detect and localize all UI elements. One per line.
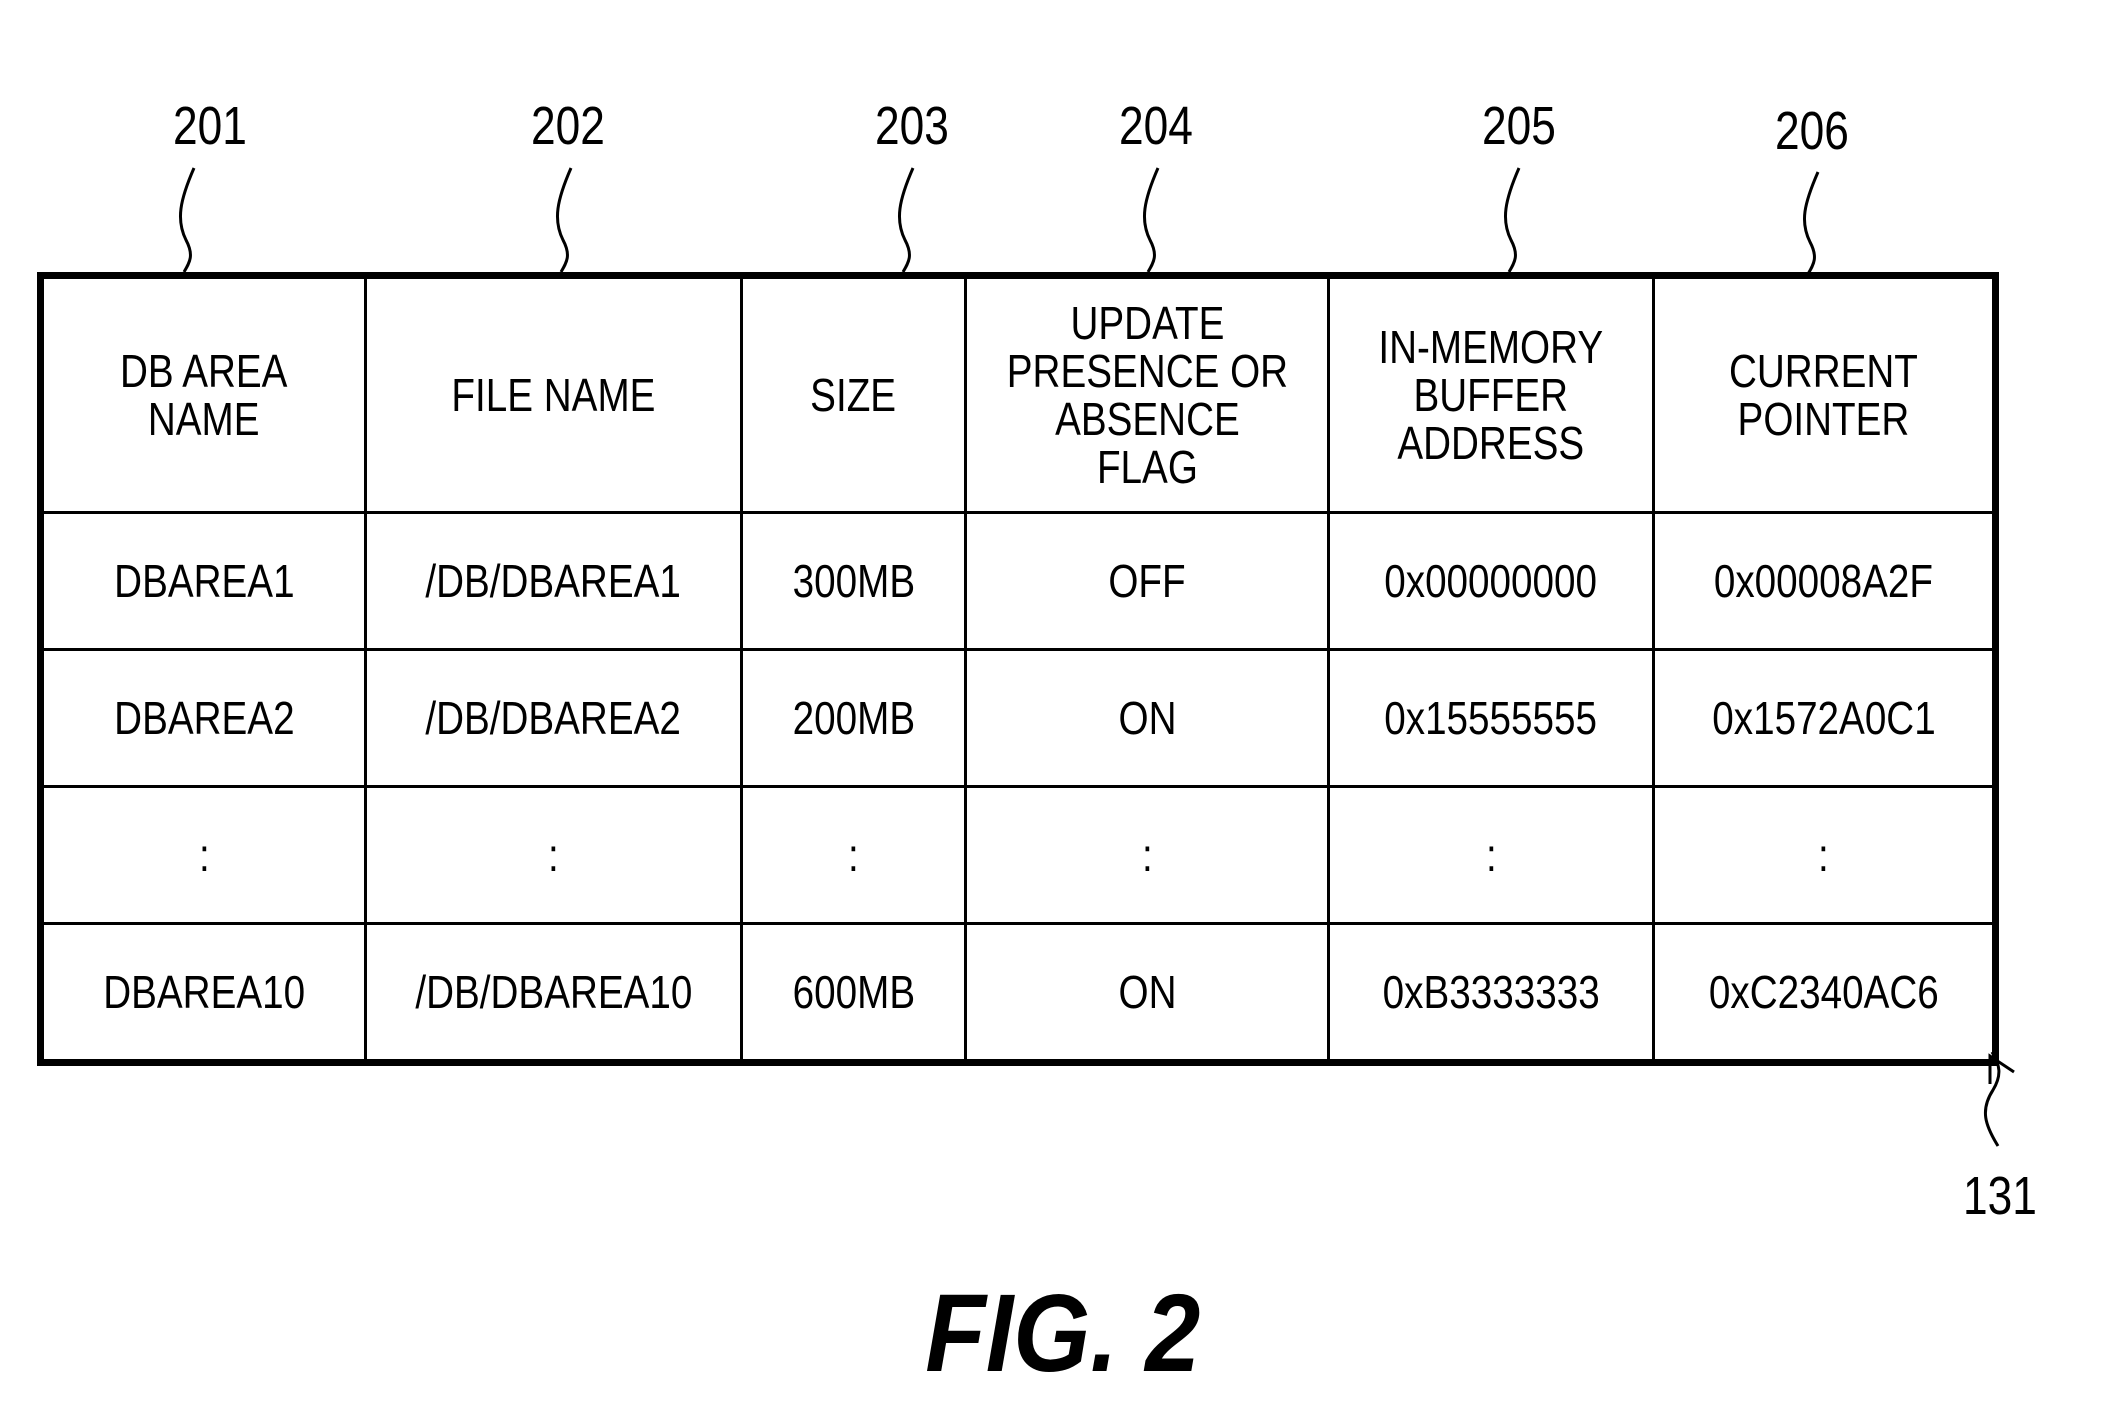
leader-202 xyxy=(556,167,573,273)
cell-file-name: /DB/DBAREA10 xyxy=(364,922,743,1064)
header-buffer-address: IN-MEMORY BUFFER ADDRESS xyxy=(1327,274,1655,514)
cell-current-pointer: 0x1572A0C1 xyxy=(1652,648,1997,788)
cell-ellipsis: : xyxy=(964,785,1330,925)
cell-buffer-address: 0x15555555 xyxy=(1327,648,1655,788)
cell-ellipsis: : xyxy=(1327,785,1655,925)
table-row: DBAREA10 /DB/DBAREA10 600MB ON 0xB333333… xyxy=(39,922,1997,1064)
cell-ellipsis: : xyxy=(1652,785,1997,925)
cell-file-name: /DB/DBAREA1 xyxy=(364,511,743,651)
header-db-area-name: DB AREA NAME xyxy=(39,274,367,514)
table-row: DBAREA2 /DB/DBAREA2 200MB ON 0x15555555 … xyxy=(39,648,1997,788)
cell-file-name: /DB/DBAREA2 xyxy=(364,648,743,788)
figure-caption: FIG. 2 xyxy=(924,1272,1201,1395)
cell-size: 300MB xyxy=(740,511,967,651)
table-ref-131: 131 xyxy=(1963,1166,2037,1226)
header-file-name: FILE NAME xyxy=(364,274,743,514)
leader-131 xyxy=(1983,1051,2001,1147)
table-row-ellipsis: : : : : : : xyxy=(39,785,1997,925)
cell-update-flag: ON xyxy=(964,922,1330,1064)
leader-205 xyxy=(1504,167,1521,273)
table-row: DBAREA1 /DB/DBAREA1 300MB OFF 0x00000000… xyxy=(39,511,1997,651)
header-size: SIZE xyxy=(740,274,967,514)
cell-update-flag: ON xyxy=(964,648,1330,788)
cell-buffer-address: 0x00000000 xyxy=(1327,511,1655,651)
leader-204 xyxy=(1143,167,1160,273)
leader-203 xyxy=(898,167,915,273)
cell-ellipsis: : xyxy=(39,785,367,925)
cell-size: 600MB xyxy=(740,922,967,1064)
cell-db-area-name: DBAREA10 xyxy=(39,922,367,1064)
header-row: DB AREA NAME FILE NAME SIZE UPDATE PRESE… xyxy=(39,274,1997,514)
cell-update-flag: OFF xyxy=(964,511,1330,651)
cell-current-pointer: 0xC2340AC6 xyxy=(1652,922,1997,1064)
cell-buffer-address: 0xB3333333 xyxy=(1327,922,1655,1064)
db-area-management-table: DB AREA NAME FILE NAME SIZE UPDATE PRESE… xyxy=(37,272,1999,1066)
cell-ellipsis: : xyxy=(740,785,967,925)
header-current-pointer: CURRENT POINTER xyxy=(1652,274,1997,514)
cell-db-area-name: DBAREA1 xyxy=(39,511,367,651)
header-update-flag: UPDATE PRESENCE OR ABSENCE FLAG xyxy=(964,274,1330,514)
cell-current-pointer: 0x00008A2F xyxy=(1652,511,1997,651)
leader-201 xyxy=(179,167,196,273)
leader-206 xyxy=(1803,171,1820,275)
cell-size: 200MB xyxy=(740,648,967,788)
cell-db-area-name: DBAREA2 xyxy=(39,648,367,788)
cell-ellipsis: : xyxy=(364,785,743,925)
